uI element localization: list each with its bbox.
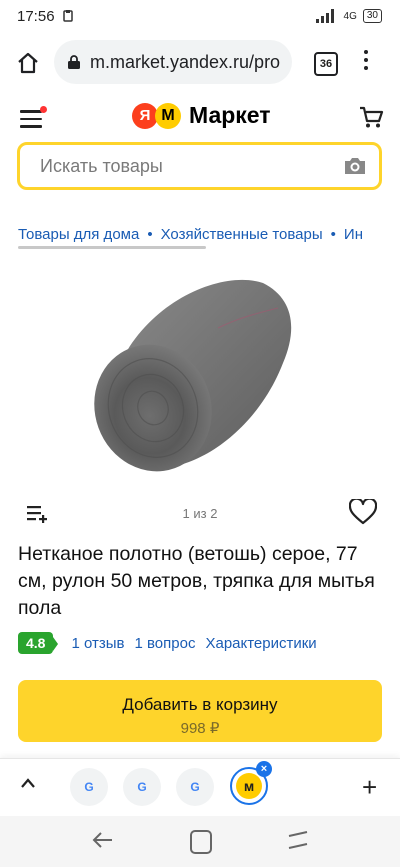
recents-icon[interactable]	[287, 830, 309, 850]
market-logo[interactable]: Я М Маркет	[132, 102, 271, 129]
breadcrumb: Товары для дома • Хозяйственные товары • Ин	[18, 226, 363, 243]
breadcrumb-scrollbar[interactable]	[18, 246, 206, 249]
tab-yandex-market-active[interactable]: м ×	[230, 761, 272, 805]
home-button-icon[interactable]	[190, 830, 212, 854]
questions-link[interactable]: 1 вопрос	[135, 635, 196, 652]
product-meta: 4.8 1 отзыв 1 вопрос Характеристики	[18, 632, 317, 654]
breadcrumb-link[interactable]: Хозяйственные товары	[161, 226, 323, 243]
network-type: 4G	[343, 10, 357, 22]
browser-tab-strip: G G G м × +	[0, 758, 400, 817]
add-to-cart-label: Добавить в корзину	[122, 695, 278, 714]
logo-m-badge: М	[155, 102, 181, 129]
close-tab-icon[interactable]: ×	[256, 761, 272, 777]
tab-google[interactable]: G	[123, 768, 161, 806]
camera-icon[interactable]	[343, 156, 367, 176]
home-icon[interactable]	[16, 51, 40, 75]
clipboard-icon	[62, 10, 73, 22]
chevron-up-icon[interactable]	[20, 777, 36, 789]
app-header: Я М Маркет	[0, 96, 400, 140]
search-box	[17, 142, 382, 190]
hamburger-menu-icon[interactable]	[20, 106, 47, 133]
reviews-link[interactable]: 1 отзыв	[71, 635, 124, 652]
google-icon: G	[137, 780, 147, 794]
lock-icon	[68, 55, 80, 69]
price: 998 ₽	[180, 720, 220, 737]
logo-text: Маркет	[189, 102, 271, 128]
system-nav-bar	[0, 816, 400, 867]
back-arrow-icon[interactable]	[92, 830, 114, 850]
add-to-cart-button[interactable]: Добавить в корзину 998 ₽	[18, 680, 382, 742]
market-icon: м	[236, 773, 262, 799]
tab-google[interactable]: G	[176, 768, 214, 806]
heart-icon[interactable]	[349, 499, 377, 525]
battery-icon: 30	[362, 9, 382, 23]
google-icon: G	[190, 780, 200, 794]
tab-google[interactable]: G	[70, 768, 108, 806]
browser-menu-icon[interactable]	[364, 50, 370, 74]
breadcrumb-link[interactable]: Товары для дома	[18, 226, 139, 243]
status-bar: 17:56 4G 30	[0, 0, 400, 32]
browser-toolbar: m.market.yandex.ru/pro 36	[0, 32, 400, 94]
breadcrumb-separator: •	[147, 226, 153, 243]
address-bar[interactable]: m.market.yandex.ru/pro	[54, 40, 292, 84]
status-time: 17:56	[17, 7, 55, 25]
search-input[interactable]	[38, 154, 322, 178]
product-title: Нетканое полотно (ветошь) серое, 77 см, …	[18, 543, 375, 619]
url-text: m.market.yandex.ru/pro	[90, 51, 281, 72]
breadcrumb-separator: •	[330, 226, 336, 243]
signal-icon	[315, 9, 334, 23]
breadcrumb-link[interactable]: Ин	[344, 226, 363, 243]
new-tab-button[interactable]: +	[362, 774, 377, 800]
product-image[interactable]	[88, 268, 308, 488]
cart-icon[interactable]	[358, 104, 384, 130]
rating-badge[interactable]: 4.8	[18, 632, 60, 654]
google-icon: G	[84, 780, 94, 794]
specs-link[interactable]: Характеристики	[205, 635, 316, 652]
image-pager: 1 из 2	[182, 506, 218, 521]
tab-switcher-button[interactable]: 36	[314, 52, 338, 76]
